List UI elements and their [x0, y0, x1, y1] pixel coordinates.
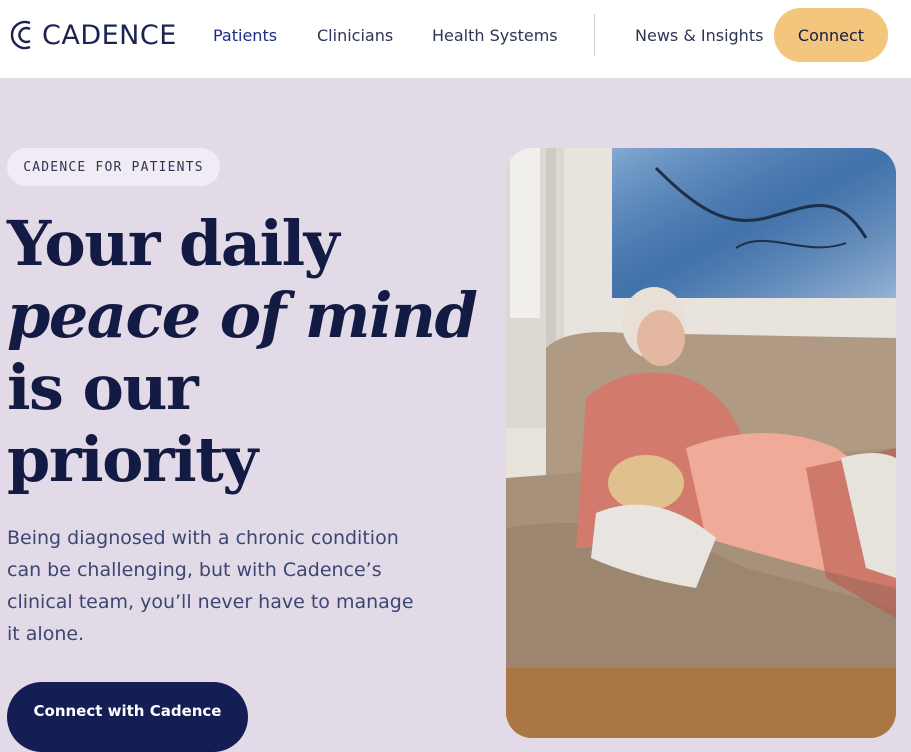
hero-headline: Your daily peace of mind is our priority — [7, 208, 487, 496]
headline-line-1: Your daily — [7, 207, 340, 280]
connect-with-cadence-button[interactable]: Connect with Cadence — [7, 682, 248, 752]
nav-clinicians[interactable]: Clinicians — [317, 26, 393, 45]
headline-line-4: priority — [7, 423, 258, 496]
headline-line-3: is our — [7, 351, 199, 424]
connect-button[interactable]: Connect — [774, 8, 888, 62]
logo-wordmark: CADENCE — [42, 19, 177, 51]
nav-news-insights[interactable]: News & Insights — [635, 26, 763, 45]
headline-line-2: peace of mind — [7, 279, 478, 352]
nav-health-systems[interactable]: Health Systems — [432, 26, 558, 45]
hero-photo — [506, 148, 896, 738]
nav-divider — [594, 14, 595, 56]
site-header: CADENCE Patients Clinicians Health Syste… — [0, 0, 911, 78]
hero-eyebrow-badge: CADENCE FOR PATIENTS — [7, 148, 220, 186]
cadence-logo[interactable]: CADENCE — [8, 18, 177, 52]
hero-photo-illustration — [506, 148, 896, 738]
nav-patients[interactable]: Patients — [213, 26, 277, 45]
hero-description: Being diagnosed with a chronic condition… — [7, 527, 414, 645]
cadence-logo-mark-icon — [10, 20, 31, 50]
